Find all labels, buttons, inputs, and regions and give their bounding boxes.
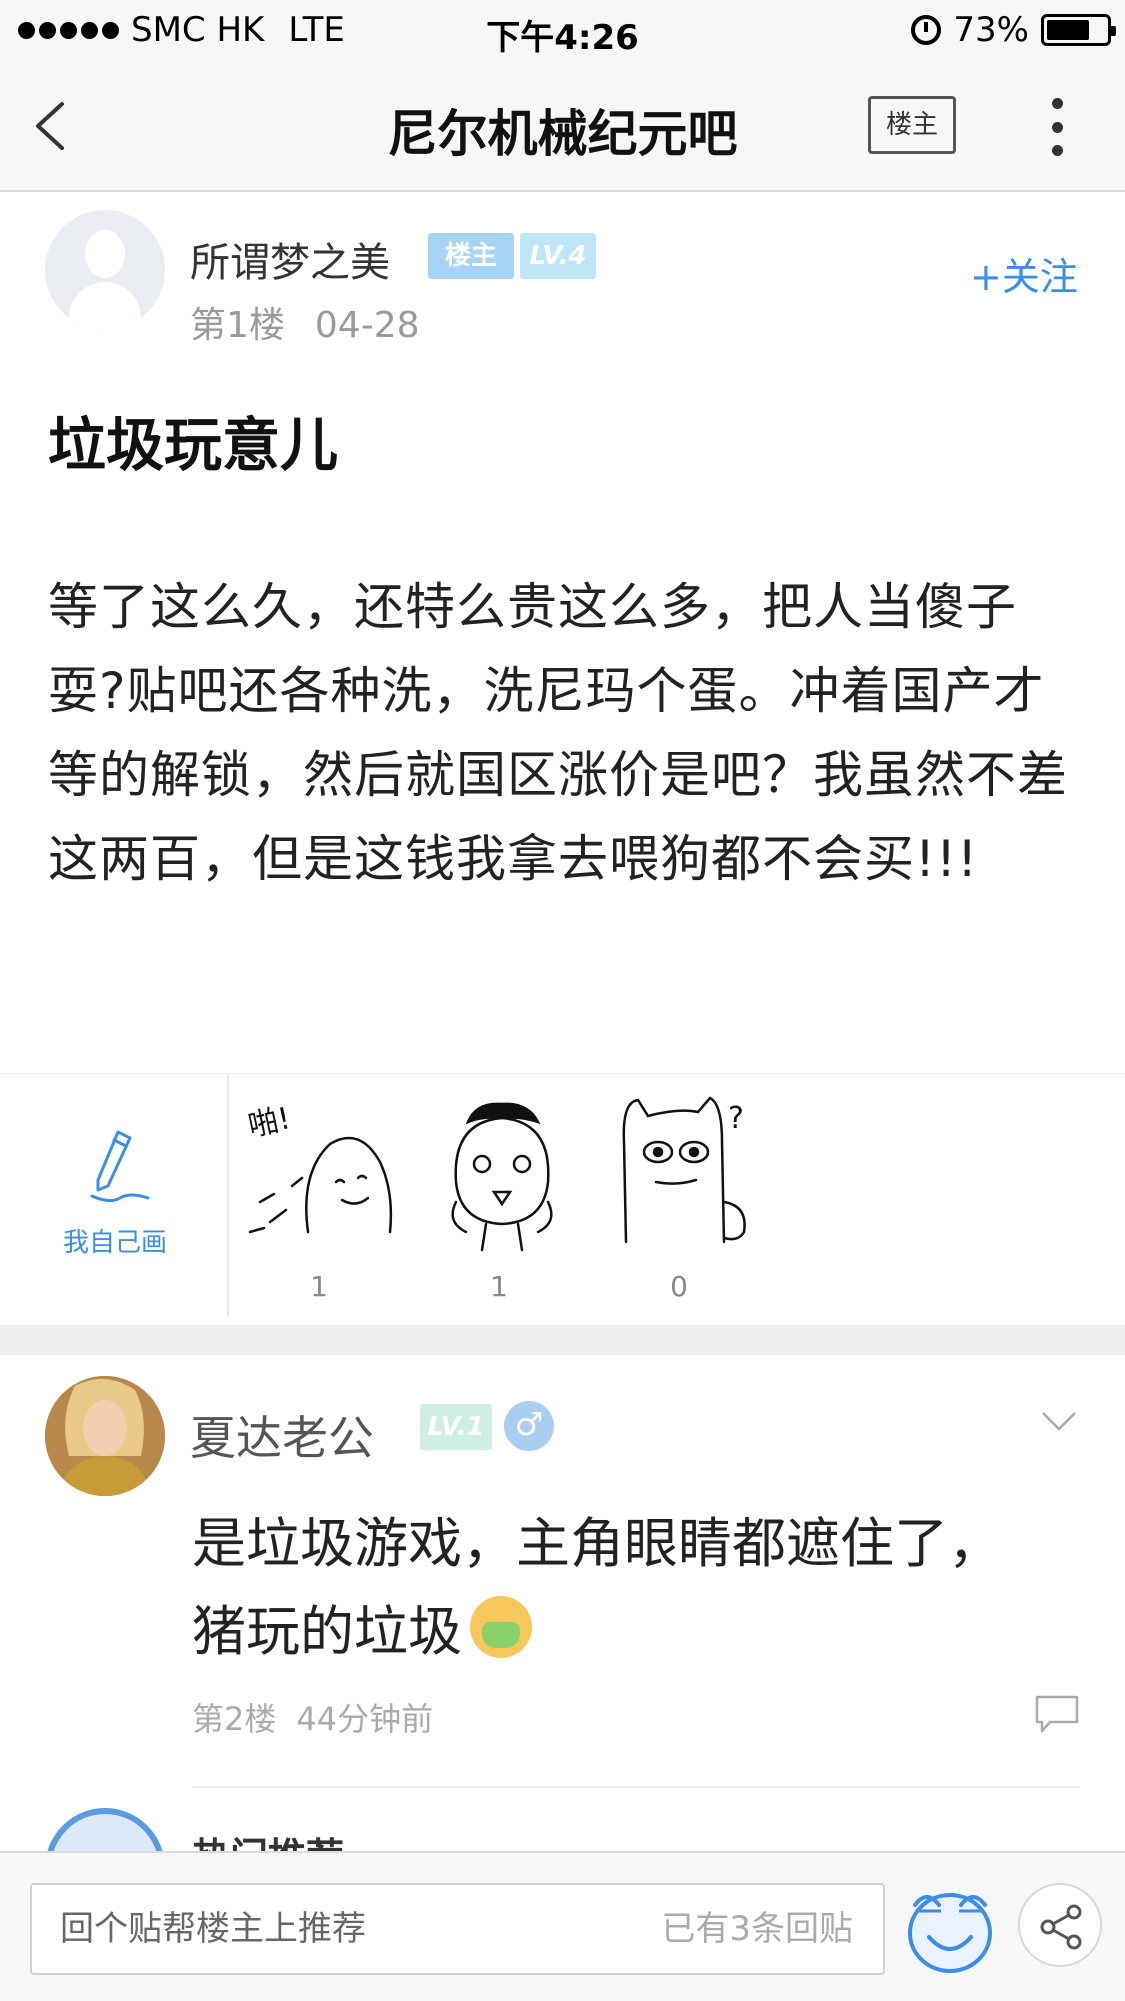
post-body: 等了这么久，还特么贵这么多，把人当傻子耍?贴吧还各种洗，洗尼玛个蛋。冲着国产才等… — [48, 578, 1068, 888]
reply-meta: 第2楼 44分钟前 — [192, 1694, 433, 1740]
default-avatar-head — [85, 230, 125, 278]
sticker-count: 0 — [670, 1270, 688, 1303]
reply-count: 已有3条回贴 — [661, 1909, 853, 1949]
reply-divider — [192, 1786, 1080, 1788]
pencil-icon — [90, 1130, 150, 1203]
sticker-bar: 我自己画 啪! ? 1 1 0 — [0, 1073, 1125, 1316]
sticker-count: 1 — [490, 1270, 508, 1303]
author-name[interactable]: 夏达老公 — [190, 1402, 374, 1468]
reply-body: 是垃圾游戏，主角眼睛都遮住了，猪玩的垃圾 — [192, 1500, 1052, 1676]
level-badge: LV.4 — [520, 233, 596, 279]
male-gender-icon: ♂ — [504, 1401, 554, 1451]
bottom-bar: 回个贴帮楼主上推荐 已有3条回贴 — [0, 1851, 1125, 2001]
battery-percent: 73% — [953, 10, 1029, 50]
floor-number: 第1楼 — [190, 305, 285, 346]
level-badge: LV.1 — [420, 1404, 492, 1450]
op-only-button[interactable]: 楼主 — [868, 96, 956, 154]
vomit-emoji-icon — [470, 1596, 532, 1658]
floor-number: 第2楼 — [192, 1700, 277, 1738]
reply-time: 44分钟前 — [296, 1700, 434, 1738]
author-name[interactable]: 所谓梦之美 — [190, 230, 390, 288]
post-meta: 第1楼 04-28 — [190, 296, 420, 348]
sticker-shy-face[interactable] — [416, 1082, 586, 1252]
status-bar: SMC HK LTE 下午4:26 73% — [0, 0, 1125, 60]
alarm-icon — [911, 15, 942, 45]
reply-text: 是垃圾游戏，主角眼睛都遮住了，猪玩的垃圾 — [192, 1512, 1002, 1663]
comment-icon[interactable] — [1034, 1694, 1080, 1734]
battery-icon — [1041, 14, 1116, 46]
default-avatar-body — [69, 282, 141, 330]
reply-input[interactable]: 回个贴帮楼主上推荐 已有3条回贴 — [30, 1883, 885, 1975]
status-right: 73% — [911, 10, 1116, 50]
nav-bar: 尼尔机械纪元吧 楼主 — [0, 60, 1125, 192]
chevron-down-icon[interactable] — [1040, 1408, 1078, 1434]
draw-sticker-label: 我自己画 — [62, 1228, 167, 1258]
page-title: 尼尔机械纪元吧 — [387, 105, 738, 163]
post-title: 垃圾玩意儿 — [48, 411, 339, 479]
sticker-confused-cat[interactable]: ? — [598, 1082, 768, 1252]
sticker-count: 1 — [310, 1270, 328, 1303]
follow-button[interactable]: +关注 — [970, 246, 1078, 301]
sticker-slap[interactable]: 啪! — [230, 1082, 400, 1252]
post-date: 04-28 — [314, 305, 420, 346]
op-badge: 楼主 — [428, 233, 514, 279]
sticker-caption: ? — [728, 1101, 744, 1136]
smile-emoji-icon[interactable] — [905, 1875, 995, 1975]
reply-input-placeholder: 回个贴帮楼主上推荐 — [60, 1909, 366, 1949]
avatar[interactable] — [45, 1376, 165, 1496]
gender-symbol: ♂ — [514, 1405, 544, 1443]
avatar[interactable] — [45, 210, 165, 330]
share-button[interactable] — [1018, 1883, 1102, 1967]
section-divider — [0, 1325, 1125, 1355]
more-icon[interactable] — [1050, 98, 1064, 156]
share-icon — [1040, 1904, 1082, 1950]
sticker-caption: 啪! — [245, 1101, 293, 1144]
sticker-divider — [227, 1074, 229, 1316]
user-photo — [45, 1376, 165, 1496]
draw-sticker-button[interactable]: 我自己画 — [40, 1124, 190, 1259]
